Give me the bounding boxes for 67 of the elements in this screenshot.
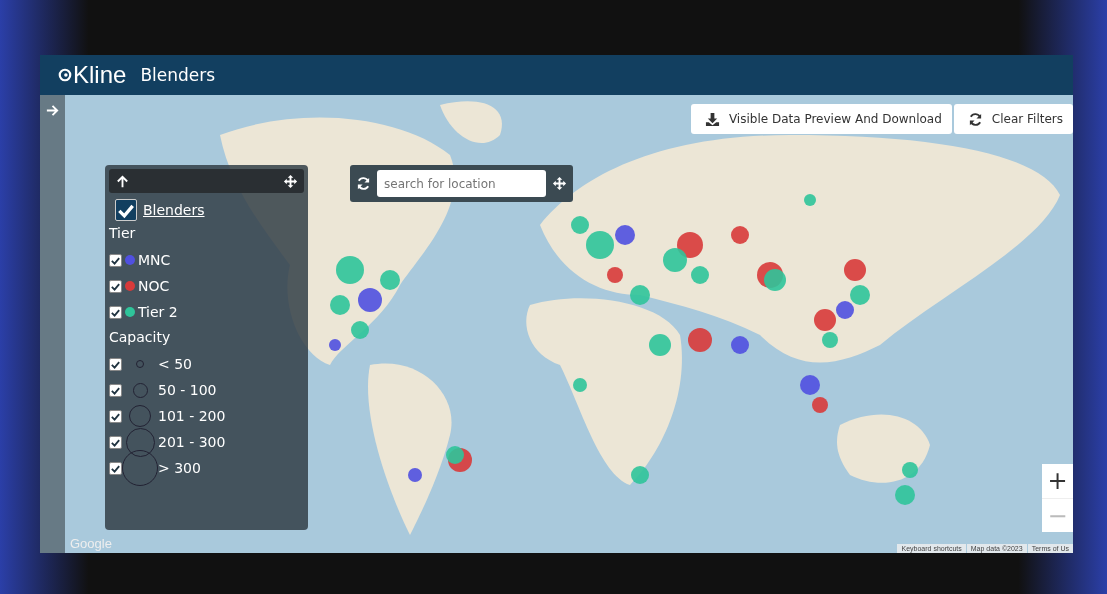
- map-marker[interactable]: [586, 231, 614, 259]
- map-marker[interactable]: [812, 397, 828, 413]
- map-marker[interactable]: [351, 321, 369, 339]
- arrow-up-icon[interactable]: [115, 173, 130, 189]
- checkbox[interactable]: [109, 383, 122, 397]
- move-icon[interactable]: [552, 176, 567, 191]
- map-marker[interactable]: [804, 194, 816, 206]
- map-marker[interactable]: [677, 232, 703, 258]
- map-marker[interactable]: [330, 295, 350, 315]
- map-marker[interactable]: [408, 468, 422, 482]
- tier-label: Tier 2: [138, 304, 178, 320]
- logo-text: Kline: [73, 61, 127, 89]
- page-title: Blenders: [140, 65, 216, 85]
- capacity-label: > 300: [158, 460, 201, 476]
- search-field[interactable]: search for location: [377, 170, 546, 197]
- map-marker[interactable]: [731, 336, 749, 354]
- checkbox[interactable]: [109, 357, 122, 371]
- map-marker[interactable]: [329, 339, 341, 351]
- swirl-icon: [58, 68, 72, 82]
- map-marker[interactable]: [630, 285, 650, 305]
- map-marker[interactable]: [663, 248, 687, 272]
- map-marker[interactable]: [571, 216, 589, 234]
- map-marker[interactable]: [814, 309, 836, 331]
- map-marker[interactable]: [844, 259, 866, 281]
- capacity-label: 201 - 300: [158, 434, 226, 450]
- clear-filters-button[interactable]: Clear Filters: [953, 104, 1073, 134]
- map-marker[interactable]: [573, 378, 587, 392]
- map-marker[interactable]: [836, 301, 854, 319]
- checkbox[interactable]: [109, 305, 122, 319]
- map-marker[interactable]: [691, 266, 709, 284]
- map-marker[interactable]: [902, 462, 918, 478]
- move-icon[interactable]: [283, 173, 298, 189]
- checkbox[interactable]: [109, 461, 122, 475]
- section-heading: Capacity: [109, 329, 172, 345]
- checkbox[interactable]: [109, 435, 122, 449]
- capacity-label: 101 - 200: [158, 408, 226, 424]
- map-marker[interactable]: [336, 256, 364, 284]
- map-marker[interactable]: [649, 334, 671, 356]
- map-marker[interactable]: [380, 270, 400, 290]
- map-marker[interactable]: [607, 267, 623, 283]
- map-marker[interactable]: [631, 466, 649, 484]
- download-icon: [704, 111, 720, 127]
- map-marker[interactable]: [850, 285, 870, 305]
- map-marker[interactable]: [800, 375, 820, 395]
- section-heading: Tier: [109, 225, 137, 241]
- map-marker[interactable]: [688, 328, 712, 352]
- map-marker[interactable]: [358, 288, 382, 312]
- refresh-icon: [967, 111, 983, 127]
- map-marker[interactable]: [764, 269, 786, 291]
- checkbox[interactable]: [109, 253, 122, 267]
- map-marker[interactable]: [446, 446, 464, 464]
- layer-label[interactable]: Blenders: [143, 202, 205, 218]
- checkbox[interactable]: [109, 409, 122, 423]
- tier-label: MNC: [138, 252, 171, 268]
- arrow-right-icon[interactable]: [45, 103, 60, 118]
- checkbox[interactable]: [115, 199, 137, 221]
- map-marker[interactable]: [822, 332, 838, 348]
- checkbox[interactable]: [109, 279, 122, 293]
- map-marker[interactable]: [615, 225, 635, 245]
- map-marker[interactable]: [895, 485, 915, 505]
- download-button[interactable]: Visible Data Preview And Download: [690, 104, 952, 134]
- refresh-icon: [356, 176, 371, 191]
- capacity-label: 50 - 100: [158, 382, 217, 398]
- map-logo: Google: [70, 536, 112, 551]
- capacity-label: < 50: [158, 356, 192, 372]
- map-marker[interactable]: [731, 226, 749, 244]
- tier-label: NOC: [138, 278, 170, 294]
